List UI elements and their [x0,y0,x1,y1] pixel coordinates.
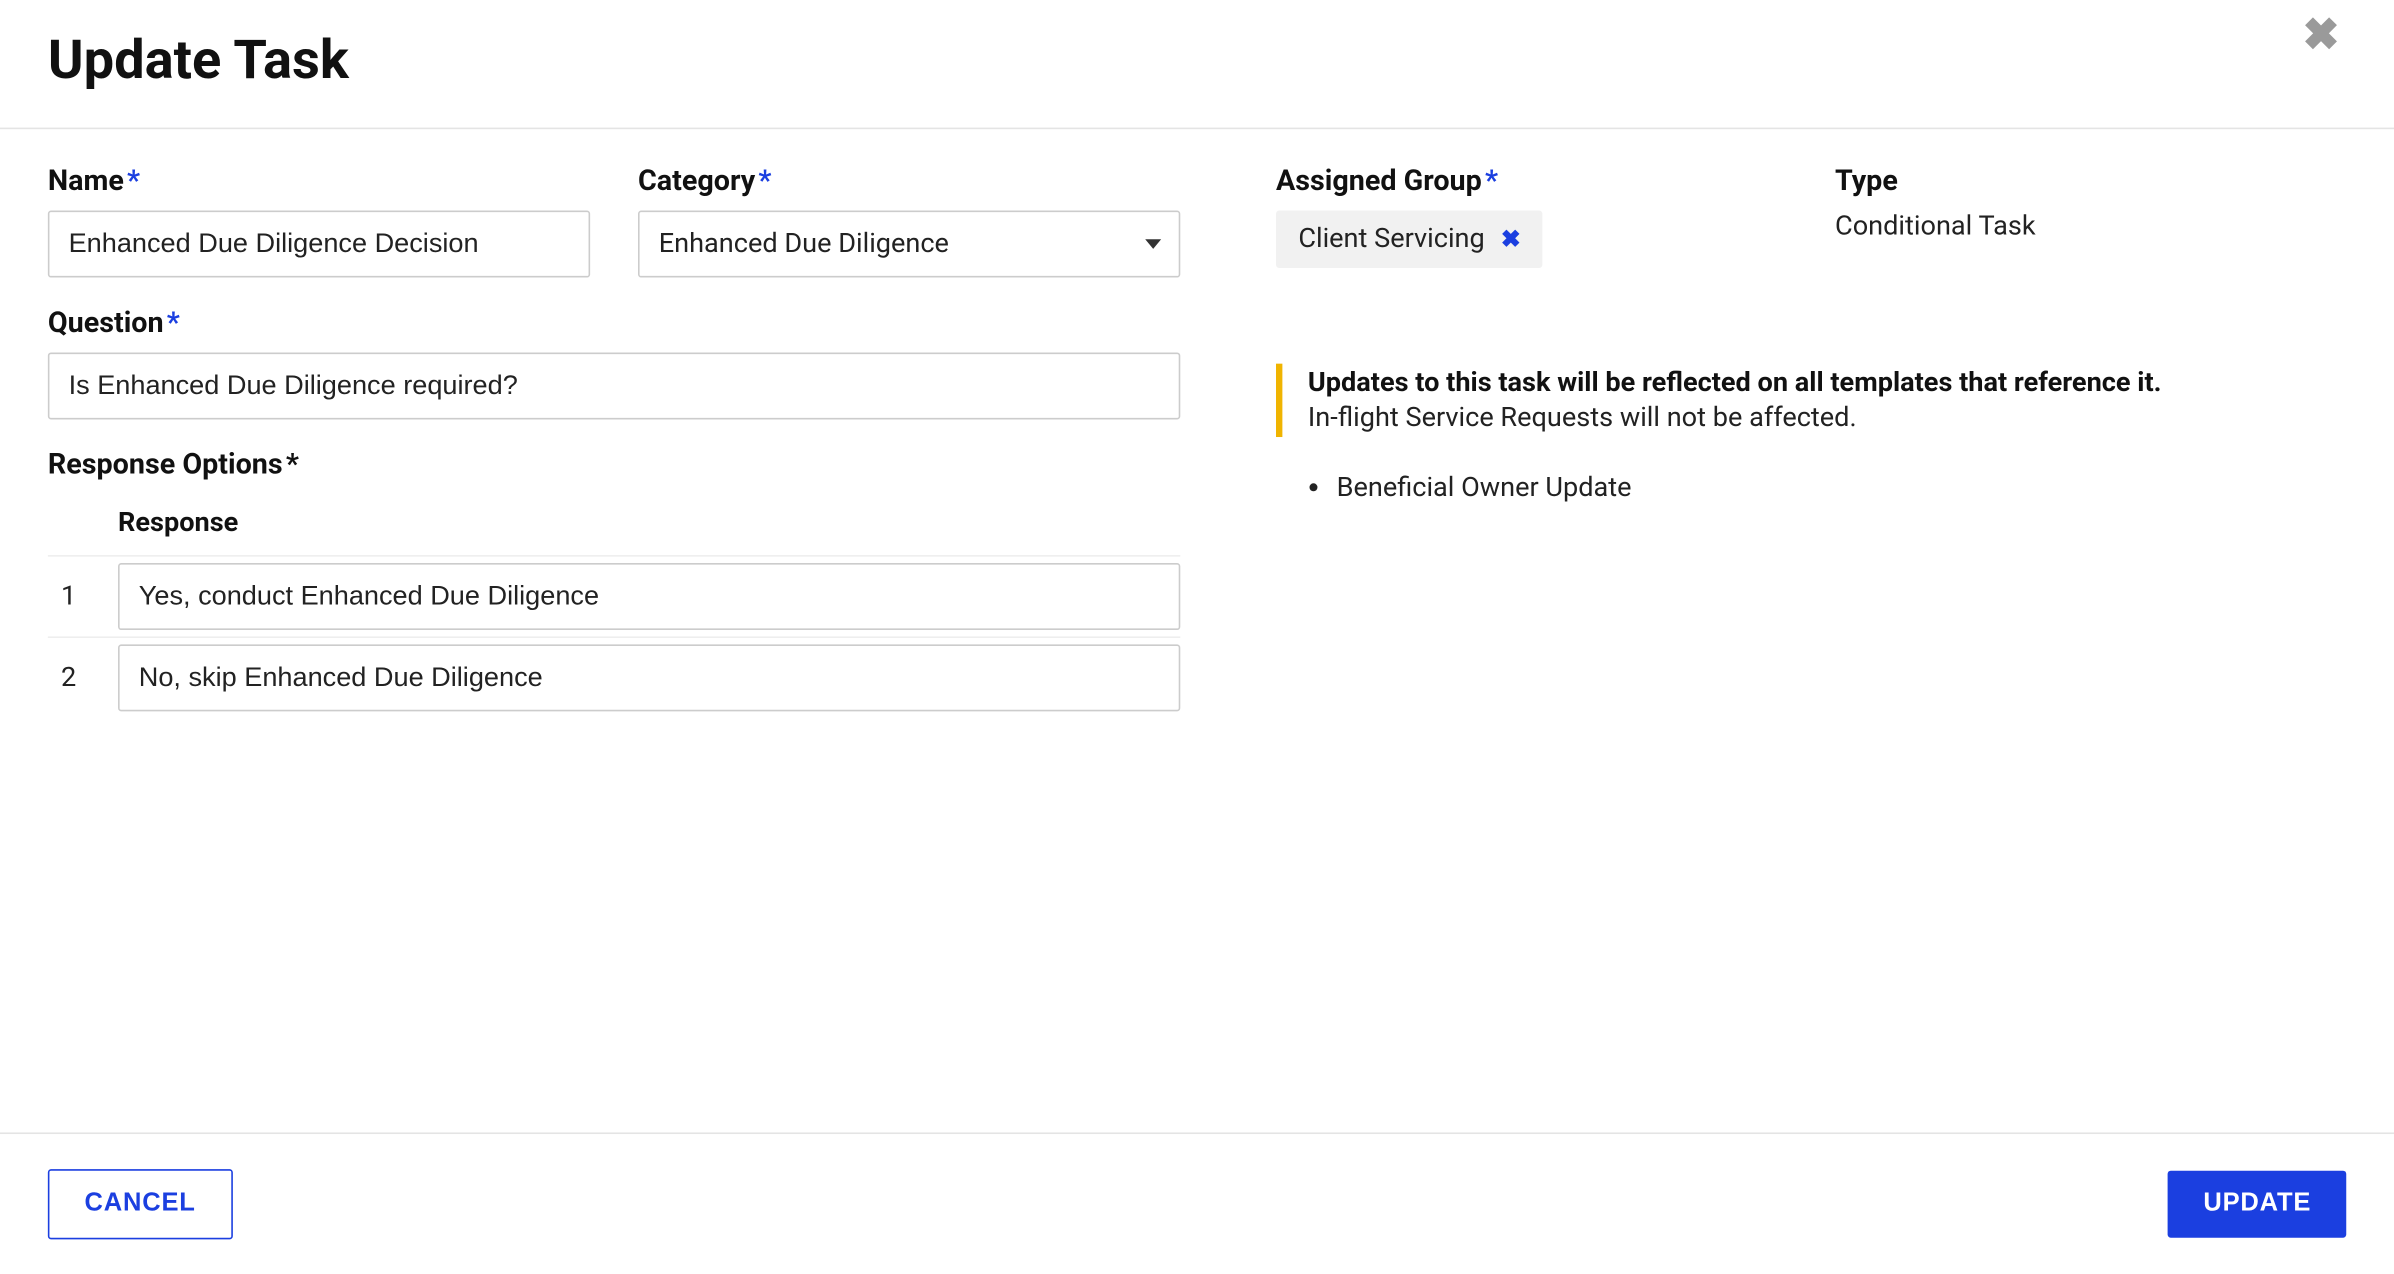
category-label: Category* [638,164,1180,197]
response-input-1[interactable] [118,563,1180,630]
response-row-number: 1 [48,581,89,613]
modal-header: Update Task ✖ [0,0,2394,129]
required-mark: * [286,448,299,481]
modal-footer: CANCEL UPDATE [0,1132,2394,1274]
chip-label: Client Servicing [1298,223,1484,255]
left-column: Name* Category* Enhanced Due Diligence [48,164,1228,1116]
remove-chip-icon[interactable]: ✖ [1501,225,1521,254]
name-field-group: Name* [48,164,590,277]
category-select-wrap: Enhanced Due Diligence [638,211,1180,278]
response-column-header: Response [118,507,238,539]
cancel-button[interactable]: CANCEL [48,1169,232,1239]
modal-title: Update Task [48,29,349,93]
notice-banner: Updates to this task will be reflected o… [1276,364,2346,437]
notice-text: In-flight Service Requests will not be a… [1308,402,2346,434]
category-label-text: Category [638,164,755,197]
response-options-label: Response Options* [48,448,1228,481]
template-reference-list: Beneficial Owner Update [1276,472,2346,504]
category-select[interactable]: Enhanced Due Diligence [638,211,1180,278]
response-row: 2 [48,636,1180,717]
assigned-group-field: Assigned Group* Client Servicing ✖ [1276,164,1787,268]
response-options-label-text: Response Options [48,448,283,481]
question-field-group: Question* [48,306,1228,419]
name-label: Name* [48,164,590,197]
type-label: Type [1835,164,2346,197]
close-icon[interactable]: ✖ [2296,13,2346,58]
required-mark: * [1485,164,1498,197]
list-item: Beneficial Owner Update [1337,472,2347,504]
response-table-header: Response [48,494,1180,555]
category-field-group: Category* Enhanced Due Diligence [638,164,1180,277]
response-table: Response 1 2 [48,494,1180,717]
assigned-group-label-text: Assigned Group [1276,164,1482,197]
type-field: Type Conditional Task [1835,164,2346,268]
response-row-number: 2 [48,662,89,694]
type-value: Conditional Task [1835,211,2346,243]
response-input-2[interactable] [118,644,1180,711]
notice-bold-text: Updates to this task will be reflected o… [1308,367,2346,399]
right-column: Assigned Group* Client Servicing ✖ Type … [1276,164,2346,1116]
question-label: Question* [48,306,1228,339]
question-input[interactable] [48,352,1180,419]
required-mark: * [127,164,140,197]
chevron-down-icon [1145,239,1161,249]
update-button[interactable]: UPDATE [2168,1171,2346,1238]
type-label-text: Type [1835,164,1898,197]
name-label-text: Name [48,164,124,197]
response-row: 1 [48,555,1180,636]
category-value: Enhanced Due Diligence [659,228,949,260]
assigned-group-chip: Client Servicing ✖ [1276,211,1543,268]
assigned-group-label: Assigned Group* [1276,164,1787,197]
right-top-row: Assigned Group* Client Servicing ✖ Type … [1276,164,2346,268]
response-options-group: Response Options* Response 1 2 [48,448,1228,718]
top-row: Name* Category* Enhanced Due Diligence [48,164,1228,306]
required-mark: * [167,306,180,339]
update-task-modal: Update Task ✖ Name* Category* [0,0,2394,1274]
question-label-text: Question [48,306,164,339]
modal-body: Name* Category* Enhanced Due Diligence [0,129,2394,1132]
required-mark: * [758,164,771,197]
name-input[interactable] [48,211,590,278]
